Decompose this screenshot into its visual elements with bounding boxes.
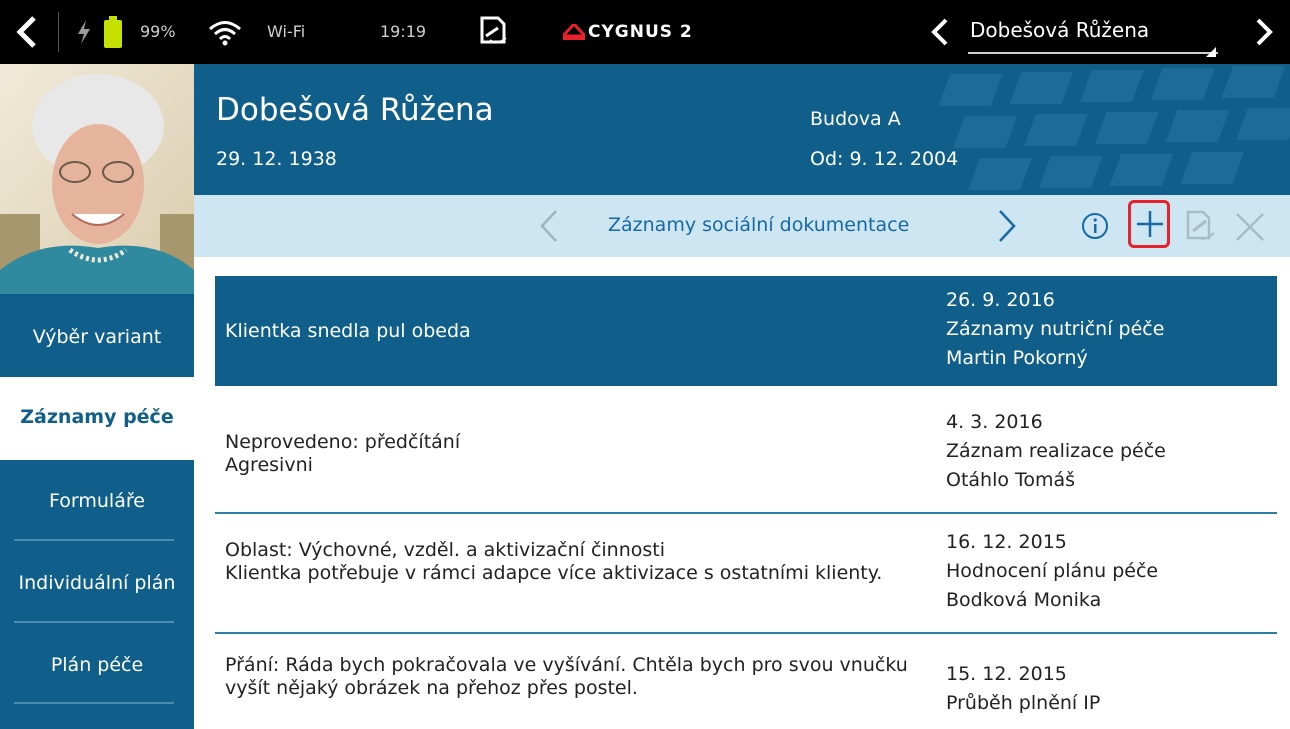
record-text-line: Agresivni	[225, 454, 313, 476]
record-meta: 26. 9. 2016 Záznamy nutriční péče Martin…	[946, 286, 1266, 373]
brand-logo-icon	[559, 21, 589, 40]
record-row[interactable]: Přání: Ráda bych pokračovala ve vyšívání…	[215, 638, 1277, 729]
record-text-line: Klientka snedla pul obeda	[225, 320, 471, 342]
record-type: Záznamy nutriční péče	[946, 318, 1165, 340]
next-client-icon[interactable]	[1252, 16, 1276, 48]
record-meta: 16. 12. 2015 Hodnocení plánu péče Bodkov…	[946, 528, 1266, 615]
sidebar-divider	[14, 621, 174, 623]
record-row[interactable]: Neprovedeno: předčítání Agresivni 4. 3. …	[215, 398, 1277, 514]
dropdown-triangle-icon	[1206, 42, 1216, 57]
record-text-line: Neprovedeno: předčítání	[225, 431, 461, 453]
wifi-label: Wi-Fi	[267, 22, 306, 41]
divider	[58, 12, 59, 52]
sidebar-divider	[14, 539, 174, 541]
sidebar-divider	[14, 702, 174, 704]
sign-document-icon[interactable]	[478, 16, 512, 48]
client-header: Dobešová Růžena 29. 12. 1938 Budova A Od…	[194, 64, 1290, 195]
client-building: Budova A	[810, 108, 901, 130]
record-row[interactable]: Oblast: Výchovné, vzděl. a aktivizační č…	[215, 518, 1277, 634]
prev-section-icon[interactable]	[538, 209, 560, 243]
record-date: 4. 3. 2016	[946, 411, 1043, 433]
client-since: Od: 9. 12. 2004	[810, 148, 959, 170]
delete-record-icon[interactable]	[1234, 211, 1266, 243]
back-arrow-icon[interactable]	[14, 14, 42, 50]
record-text-line: Klientka potřebuje v rámci adapce více a…	[225, 562, 883, 584]
plus-icon	[1135, 209, 1165, 239]
sidebar-item-individual-plan[interactable]: Individuální plán	[0, 572, 194, 594]
client-birthdate: 29. 12. 1938	[216, 148, 337, 170]
next-section-icon[interactable]	[996, 209, 1018, 243]
record-row[interactable]: Klientka snedla pul obeda 26. 9. 2016 Zá…	[215, 276, 1277, 386]
record-author: Otáhlo Tomáš	[946, 469, 1076, 491]
record-author: Bodková Monika	[946, 589, 1102, 611]
record-author: Martin Pokorný	[946, 347, 1088, 369]
top-bar: 99% Wi-Fi 19:19 CYGNUS 2 Dobešová Růžena	[0, 0, 1290, 64]
record-text-line: Přání: Ráda bych pokračovala ve vyšívání…	[225, 654, 908, 699]
sidebar-item-forms[interactable]: Formuláře	[0, 490, 194, 512]
client-select-value: Dobešová Růžena	[970, 18, 1150, 42]
brand-name: CYGNUS 2	[588, 22, 693, 42]
record-date: 15. 12. 2015	[946, 663, 1067, 685]
record-text: Klientka snedla pul obeda	[225, 320, 925, 343]
record-text-line: Oblast: Výchovné, vzděl. a aktivizační č…	[225, 539, 666, 561]
section-title: Záznamy sociální dokumentace	[608, 214, 910, 236]
section-toolbar: Záznamy sociální dokumentace	[194, 195, 1290, 257]
add-record-button[interactable]	[1128, 200, 1170, 248]
charging-icon	[76, 20, 92, 44]
record-date: 26. 9. 2016	[946, 289, 1055, 311]
sidebar-item-care-records[interactable]: Záznamy péče	[0, 377, 194, 460]
sidebar-item-care-plan[interactable]: Plán péče	[0, 654, 194, 676]
battery-icon	[104, 16, 122, 48]
record-text: Neprovedeno: předčítání Agresivni	[225, 431, 925, 477]
sidebar-item-variant-selection[interactable]: Výběr variant	[0, 326, 194, 348]
previous-client-icon[interactable]	[928, 16, 952, 48]
client-select[interactable]: Dobešová Růžena	[968, 14, 1218, 57]
edit-record-icon[interactable]	[1184, 209, 1218, 243]
sidebar-item-label: Záznamy péče	[20, 406, 174, 428]
record-meta: 4. 3. 2016 Záznam realizace péče Otáhlo …	[946, 408, 1266, 495]
client-name: Dobešová Růžena	[216, 92, 494, 128]
sidebar: Výběr variant Záznamy péče Formuláře Ind…	[0, 64, 194, 729]
record-text: Přání: Ráda bych pokračovala ve vyšívání…	[225, 654, 925, 700]
record-date: 16. 12. 2015	[946, 531, 1067, 553]
record-type: Hodnocení plánu péče	[946, 560, 1159, 582]
info-icon[interactable]	[1080, 211, 1110, 241]
battery-percent: 99%	[140, 22, 176, 41]
header-pattern	[938, 66, 1290, 190]
record-text: Oblast: Výchovné, vzděl. a aktivizační č…	[225, 539, 925, 585]
record-type: Záznam realizace péče	[946, 440, 1166, 462]
client-photo	[0, 64, 194, 294]
clock: 19:19	[380, 22, 427, 41]
wifi-icon	[208, 20, 242, 46]
record-type: Průběh plnění IP	[946, 692, 1101, 714]
record-meta: 15. 12. 2015 Průběh plnění IP	[946, 660, 1266, 718]
